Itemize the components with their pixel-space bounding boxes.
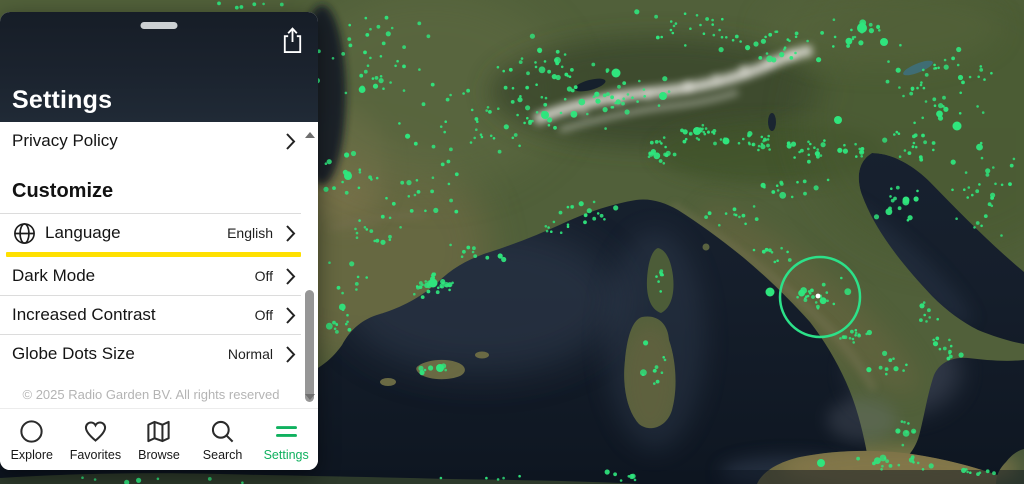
radio-garden-app: Settings Privacy Policy Customize Langua… — [0, 0, 1024, 484]
share-icon — [279, 25, 306, 56]
increased-contrast-row[interactable]: Increased Contrast Off — [0, 296, 318, 334]
settings-panel: Settings Privacy Policy Customize Langua… — [0, 12, 318, 470]
nav-browse[interactable]: Browse — [127, 409, 191, 470]
circle-icon — [18, 418, 45, 445]
increased-contrast-value: Off — [255, 307, 273, 323]
page-title: Settings — [12, 86, 112, 115]
dark-mode-value: Off — [255, 268, 273, 284]
scrollbar — [302, 124, 317, 406]
share-button[interactable] — [277, 25, 307, 57]
chevron-right-icon — [285, 267, 296, 286]
customize-heading: Customize — [0, 160, 318, 213]
map-icon — [145, 418, 172, 445]
privacy-policy-row[interactable]: Privacy Policy — [0, 122, 318, 160]
scroll-thumb[interactable] — [305, 290, 314, 402]
nav-search[interactable]: Search — [191, 409, 255, 470]
nav-favorites[interactable]: Favorites — [64, 409, 128, 470]
panel-header: Settings — [0, 12, 318, 122]
scroll-down-arrow[interactable] — [305, 394, 315, 400]
chevron-right-icon — [285, 306, 296, 325]
language-row[interactable]: Language English — [0, 214, 318, 252]
scroll-up-arrow[interactable] — [305, 132, 315, 138]
globe-dots-size-row[interactable]: Globe Dots Size Normal — [0, 335, 318, 373]
nav-explore[interactable]: Explore — [0, 409, 64, 470]
bottom-nav: Explore Favorites Browse Search — [0, 408, 318, 470]
nav-settings[interactable]: Settings — [254, 409, 318, 470]
chevron-right-icon — [285, 132, 296, 151]
menu-icon — [273, 418, 300, 445]
globe-icon — [12, 221, 37, 246]
settings-list: Privacy Policy Customize Language Englis… — [0, 122, 318, 408]
chevron-right-icon — [285, 345, 296, 364]
language-value: English — [227, 225, 273, 241]
chevron-right-icon — [285, 224, 296, 243]
dark-mode-row[interactable]: Dark Mode Off — [0, 257, 318, 295]
heart-icon — [82, 418, 109, 445]
drag-handle[interactable] — [141, 22, 178, 29]
globe-dots-size-value: Normal — [228, 346, 273, 362]
copyright-text: © 2025 Radio Garden BV. All rights reser… — [0, 373, 318, 402]
search-icon — [209, 418, 236, 445]
